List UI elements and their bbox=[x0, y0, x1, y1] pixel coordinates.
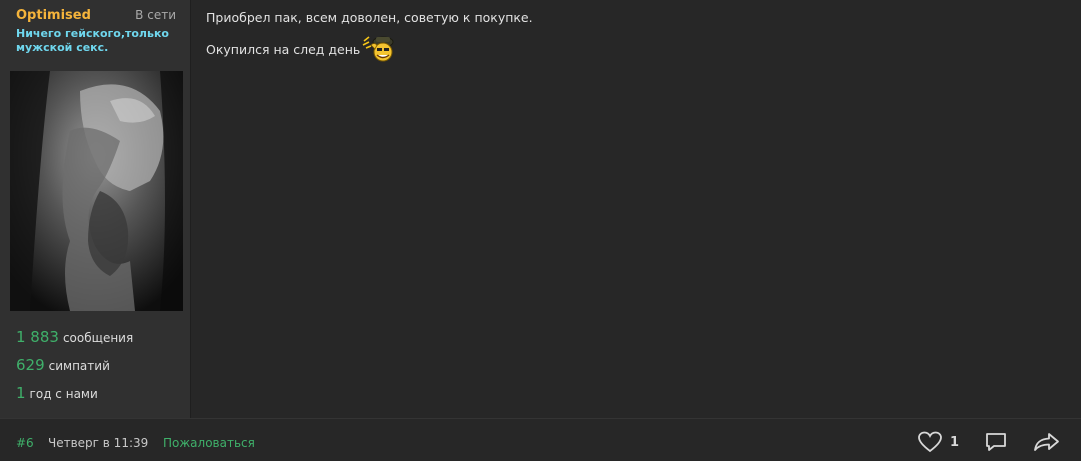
heart-icon bbox=[918, 431, 942, 453]
salute-smiley-icon bbox=[361, 33, 397, 63]
stat-value: 1 bbox=[16, 384, 26, 402]
stat-label: сообщения bbox=[62, 331, 134, 345]
like-count: 1 bbox=[950, 434, 960, 450]
post-footer: #6 Четверг в 11:39 Пожаловаться 1 bbox=[0, 418, 1081, 461]
post-number-link[interactable]: #6 bbox=[16, 436, 34, 450]
report-link[interactable]: Пожаловаться bbox=[163, 436, 255, 450]
post-text-line: Приобрел пак, всем доволен, советую к по… bbox=[206, 10, 533, 25]
stat-likes: 629 симпатий bbox=[16, 356, 133, 384]
share-icon bbox=[1034, 433, 1059, 451]
stat-value: 1 883 bbox=[16, 328, 59, 346]
post-text-line: Окупился на след день bbox=[206, 36, 1066, 62]
comment-icon bbox=[986, 433, 1006, 451]
reply-button[interactable] bbox=[985, 432, 1007, 456]
post-date[interactable]: Четверг в 11:39 bbox=[48, 436, 148, 450]
forum-post: Optimised В сети Ничего гейского,только … bbox=[0, 0, 1081, 461]
stat-value: 629 bbox=[16, 356, 45, 374]
stat-label: год с нами bbox=[29, 387, 98, 401]
stat-label: симпатий bbox=[48, 359, 110, 373]
avatar-image bbox=[10, 71, 183, 311]
share-button[interactable] bbox=[1034, 432, 1060, 456]
post-text: Окупился на след день bbox=[206, 42, 361, 57]
user-panel: Optimised В сети Ничего гейского,только … bbox=[0, 0, 191, 418]
username-link[interactable]: Optimised bbox=[16, 8, 91, 23]
stat-membership: 1 год с нами bbox=[16, 384, 133, 412]
stat-messages: 1 883 сообщения bbox=[16, 328, 133, 356]
user-stats: 1 883 сообщения 629 симпатий 1 год с нам… bbox=[16, 328, 133, 412]
like-button[interactable]: 1 bbox=[918, 431, 959, 453]
avatar[interactable] bbox=[10, 71, 183, 311]
online-status: В сети bbox=[135, 8, 176, 22]
post-content: Приобрел пак, всем доволен, советую к по… bbox=[206, 9, 1066, 62]
user-title: Ничего гейского,только мужской секс. bbox=[16, 27, 169, 54]
